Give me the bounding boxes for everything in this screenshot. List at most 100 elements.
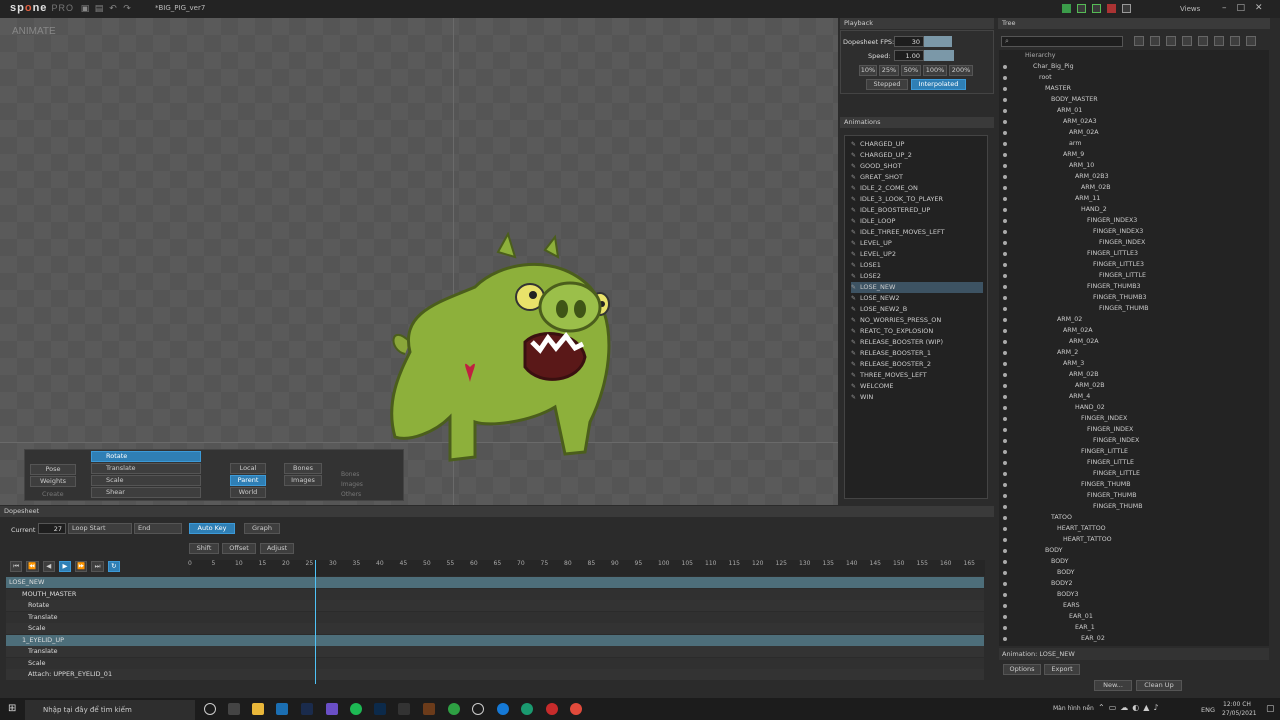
play-reverse-icon[interactable]: ◀ <box>42 561 55 572</box>
visibility-icon[interactable] <box>1003 604 1007 608</box>
options-button[interactable]: Options <box>1003 664 1041 675</box>
bones-compensate-button[interactable]: Bones <box>284 463 322 474</box>
visibility-icon[interactable] <box>1003 472 1007 476</box>
tree-node[interactable]: FINGER_INDEX <box>1087 424 1133 435</box>
visibility-icon[interactable] <box>1003 362 1007 366</box>
tree-node[interactable]: root <box>1039 72 1052 83</box>
next-frame-icon[interactable]: ⏩ <box>75 561 88 572</box>
tree-node[interactable]: FINGER_INDEX3 <box>1093 226 1143 237</box>
spotify-icon[interactable] <box>350 703 362 715</box>
visibility-icon[interactable] <box>1003 483 1007 487</box>
tree-node[interactable]: HEART_TATTOO <box>1057 523 1106 534</box>
visibility-icon[interactable] <box>1003 582 1007 586</box>
visibility-icon[interactable] <box>1003 626 1007 630</box>
task-view-icon[interactable] <box>228 703 240 715</box>
tree-node[interactable]: EAR_1 <box>1075 622 1095 633</box>
tree-node[interactable]: BODY <box>1057 567 1075 578</box>
undo-icon[interactable]: ↶ <box>108 4 118 14</box>
cortana-icon[interactable] <box>204 703 216 715</box>
visibility-icon[interactable] <box>1003 450 1007 454</box>
rate-100-button[interactable]: 100% <box>923 65 947 76</box>
animation-item[interactable]: LEVEL_UP2 <box>851 249 983 260</box>
app-icon[interactable] <box>546 703 558 715</box>
visibility-icon[interactable] <box>1003 296 1007 300</box>
tree-node[interactable]: BODY2 <box>1051 578 1073 589</box>
tree-node[interactable]: BODY3 <box>1057 589 1079 600</box>
visibility-icon[interactable] <box>1003 318 1007 322</box>
visibility-icon[interactable] <box>1003 428 1007 432</box>
dopesheet-row[interactable]: LOSE_NEW <box>6 577 984 588</box>
tree-tool-icon[interactable] <box>1246 36 1256 46</box>
redo-icon[interactable]: ↷ <box>122 4 132 14</box>
weights-button[interactable]: Weights <box>30 476 76 487</box>
visibility-icon[interactable] <box>1003 395 1007 399</box>
rate-200-button[interactable]: 200% <box>949 65 973 76</box>
clock-date[interactable]: 27/05/2021 <box>1222 710 1257 717</box>
tree-node[interactable]: FINGER_LITTLE3 <box>1087 248 1138 259</box>
tree-node[interactable]: BODY <box>1045 545 1063 556</box>
tree-node[interactable]: EAR_01 <box>1069 611 1093 622</box>
clean-up-button[interactable]: Clean Up <box>1136 680 1182 691</box>
tree-tool-icon[interactable] <box>1198 36 1208 46</box>
animation-item[interactable]: IDLE_LOOP <box>851 216 983 227</box>
world-axes-button[interactable]: World <box>230 487 266 498</box>
save-icon[interactable]: ▣ <box>80 4 90 14</box>
new-button[interactable]: New... <box>1094 680 1132 691</box>
animation-item[interactable]: GOOD_SHOT <box>851 161 983 172</box>
visibility-icon[interactable] <box>1003 175 1007 179</box>
animation-item[interactable]: LOSE_NEW2 <box>851 293 983 304</box>
play-icon[interactable]: ▶ <box>58 561 72 572</box>
animation-item[interactable]: LOSE_NEW2_B <box>851 304 983 315</box>
dopesheet-row[interactable]: Translate <box>6 646 984 657</box>
tree-node[interactable]: BODY <box>1051 556 1069 567</box>
visibility-icon[interactable] <box>1003 164 1007 168</box>
app-icon[interactable] <box>276 703 288 715</box>
dopesheet-row[interactable]: MOUTH_MASTER <box>6 588 984 600</box>
visibility-icon[interactable] <box>1003 285 1007 289</box>
tree-node[interactable]: ARM_02B <box>1081 182 1111 193</box>
visibility-icon[interactable] <box>1003 516 1007 520</box>
visibility-icon[interactable] <box>1003 252 1007 256</box>
shift-button[interactable]: Shift <box>189 543 219 554</box>
dopesheet-row[interactable]: 1_EYELID_UP <box>6 634 984 646</box>
visibility-icon[interactable] <box>1003 637 1007 641</box>
view-icon[interactable] <box>1092 4 1101 13</box>
dopesheet-row[interactable]: Attach: UPPER_EYELID_01 <box>6 669 984 680</box>
visibility-icon[interactable] <box>1003 527 1007 531</box>
tree-node[interactable]: ARM_4 <box>1069 391 1090 402</box>
tree-node[interactable]: FINGER_LITTLE <box>1087 457 1134 468</box>
tree-tool-icon[interactable] <box>1150 36 1160 46</box>
tree-node[interactable]: MASTER <box>1045 83 1071 94</box>
file-explorer-icon[interactable] <box>252 703 264 715</box>
rate-10-button[interactable]: 10% <box>859 65 877 76</box>
rate-50-button[interactable]: 50% <box>901 65 921 76</box>
translate-tool[interactable]: Translate <box>91 463 201 474</box>
language-indicator[interactable]: ENG <box>1201 706 1215 714</box>
tree-node[interactable]: FINGER_THUMB <box>1081 479 1131 490</box>
tree-node[interactable]: ARM_02A <box>1069 336 1099 347</box>
tree-node[interactable]: FINGER_THUMB3 <box>1087 281 1141 292</box>
images-compensate-button[interactable]: Images <box>284 475 322 486</box>
animation-item[interactable]: IDLE_BOOSTERED_UP <box>851 205 983 216</box>
auto-key-button[interactable]: Auto Key <box>189 523 235 534</box>
visibility-icon[interactable] <box>1003 461 1007 465</box>
visibility-icon[interactable] <box>1003 549 1007 553</box>
interpolated-button[interactable]: Interpolated <box>911 79 966 90</box>
tree-node[interactable]: Char_Big_Pig <box>1033 61 1074 72</box>
last-frame-icon[interactable]: ⏭ <box>91 561 104 572</box>
visibility-icon[interactable] <box>1003 98 1007 102</box>
visibility-icon[interactable] <box>1003 505 1007 509</box>
view-icon[interactable] <box>1122 4 1131 13</box>
tree-node[interactable]: ARM_2 <box>1057 347 1078 358</box>
tree-node[interactable]: ARM_02A <box>1069 127 1099 138</box>
taskbar-search-input[interactable]: Nhập tại đây để tìm kiếm <box>25 700 195 720</box>
dopesheet-row[interactable]: Scale <box>6 623 984 634</box>
tree-tool-icon[interactable] <box>1214 36 1224 46</box>
tree-node[interactable]: EAR_02 <box>1081 633 1105 644</box>
animation-item[interactable]: CHARGED_UP_2 <box>851 150 983 161</box>
fps-slider[interactable] <box>924 36 952 47</box>
animation-item[interactable]: RELEASE_BOOSTER_1 <box>851 348 983 359</box>
tree-node[interactable]: TATOO <box>1051 512 1072 523</box>
visibility-icon[interactable] <box>1003 241 1007 245</box>
animation-item[interactable]: RELEASE_BOOSTER_2 <box>851 359 983 370</box>
